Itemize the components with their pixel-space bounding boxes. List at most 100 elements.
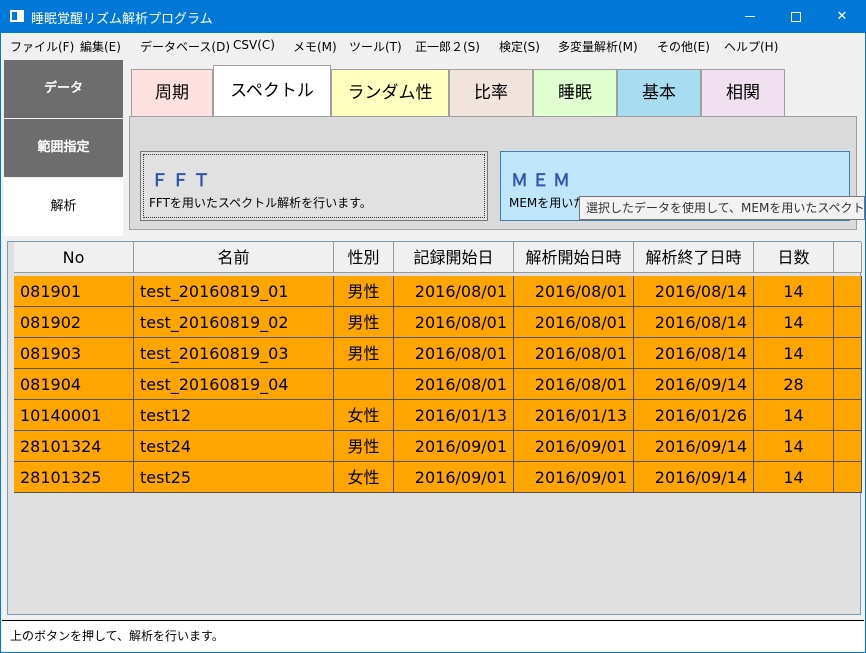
cell-sex[interactable]: 男性 — [334, 307, 394, 338]
cell-analysis-end[interactable]: 2016/09/14 — [634, 431, 754, 462]
header-filler — [834, 242, 862, 273]
cell-no[interactable]: 28101324 — [14, 431, 134, 462]
cell-analysis-end[interactable]: 2016/09/14 — [634, 462, 754, 493]
cell-sex[interactable]: 男性 — [334, 431, 394, 462]
menu-shoichiro[interactable]: 正一郎２(S) — [415, 38, 480, 55]
cell-name[interactable]: test_20160819_02 — [134, 307, 334, 338]
fft-button[interactable]: ＦＦＴ FFTを用いたスペクトル解析を行います。 — [140, 151, 488, 221]
cell-days[interactable]: 14 — [754, 276, 834, 307]
cell-name[interactable]: test_20160819_03 — [134, 338, 334, 369]
data-grid: No 名前 性別 記録開始日 解析開始日時 解析終了日時 日数 081901 t… — [7, 241, 862, 615]
cell-filler — [834, 369, 862, 400]
cell-analysis-start[interactable]: 2016/09/01 — [514, 462, 634, 493]
maximize-icon — [791, 11, 801, 22]
close-button[interactable]: ✕ — [819, 1, 865, 33]
cell-record-start[interactable]: 2016/08/01 — [394, 338, 514, 369]
cell-no[interactable]: 28101325 — [14, 462, 134, 493]
cell-no[interactable]: 081902 — [14, 307, 134, 338]
header-sex[interactable]: 性別 — [334, 242, 394, 273]
cell-analysis-start[interactable]: 2016/08/01 — [514, 369, 634, 400]
cell-filler — [834, 400, 862, 431]
tab-ratio[interactable]: 比率 — [449, 69, 533, 117]
cell-days[interactable]: 14 — [754, 462, 834, 493]
header-no[interactable]: No — [14, 242, 134, 273]
tab-spectrum[interactable]: スペクトル — [213, 65, 331, 117]
cell-analysis-end[interactable]: 2016/08/14 — [634, 276, 754, 307]
menu-tools[interactable]: ツール(T) — [349, 38, 402, 55]
header-days[interactable]: 日数 — [754, 242, 834, 273]
menu-memo[interactable]: メモ(M) — [293, 38, 337, 55]
tab-sleep[interactable]: 睡眠 — [533, 69, 617, 117]
close-icon: ✕ — [836, 9, 848, 24]
cell-no[interactable]: 081903 — [14, 338, 134, 369]
cell-analysis-end[interactable]: 2016/09/14 — [634, 369, 754, 400]
cell-record-start[interactable]: 2016/08/01 — [394, 276, 514, 307]
minimize-button[interactable] — [727, 1, 773, 33]
header-analysis-end[interactable]: 解析終了日時 — [634, 242, 754, 273]
nav-range[interactable]: 範囲指定 — [4, 119, 123, 177]
menu-test[interactable]: 検定(S) — [499, 38, 540, 55]
nav-data[interactable]: データ — [4, 60, 123, 118]
cell-record-start[interactable]: 2016/08/01 — [394, 307, 514, 338]
cell-sex[interactable] — [334, 369, 394, 400]
header-analysis-start[interactable]: 解析開始日時 — [514, 242, 634, 273]
tab-randomness[interactable]: ランダム性 — [331, 69, 449, 117]
menu-help[interactable]: ヘルプ(H) — [724, 38, 778, 55]
cell-analysis-start[interactable]: 2016/01/13 — [514, 400, 634, 431]
cell-sex[interactable]: 男性 — [334, 276, 394, 307]
fft-description: FFTを用いたスペクトル解析を行います。 — [149, 196, 372, 210]
cell-sex[interactable]: 女性 — [334, 462, 394, 493]
cell-no[interactable]: 081901 — [14, 276, 134, 307]
cell-days[interactable]: 28 — [754, 369, 834, 400]
cell-days[interactable]: 14 — [754, 307, 834, 338]
header-record-start[interactable]: 記録開始日 — [394, 242, 514, 273]
cell-sex[interactable]: 女性 — [334, 400, 394, 431]
cell-record-start[interactable]: 2016/01/13 — [394, 400, 514, 431]
cell-filler — [834, 307, 862, 338]
cell-analysis-start[interactable]: 2016/08/01 — [514, 307, 634, 338]
minimize-icon — [745, 16, 755, 17]
cell-filler — [834, 276, 862, 307]
tab-basic[interactable]: 基本 — [617, 69, 701, 117]
cell-name[interactable]: test_20160819_04 — [134, 369, 334, 400]
cell-filler — [834, 338, 862, 369]
cell-record-start[interactable]: 2016/09/01 — [394, 431, 514, 462]
cell-analysis-end[interactable]: 2016/08/14 — [634, 307, 754, 338]
menu-multivariate[interactable]: 多変量解析(M) — [558, 38, 638, 55]
cell-no[interactable]: 081904 — [14, 369, 134, 400]
mem-title: ＭＥＭ — [511, 171, 574, 191]
nav-analysis[interactable]: 解析 — [4, 178, 123, 236]
cell-name[interactable]: test24 — [134, 431, 334, 462]
menu-file[interactable]: ファイル(F) — [10, 38, 74, 55]
header-name[interactable]: 名前 — [134, 242, 334, 273]
cell-analysis-start[interactable]: 2016/09/01 — [514, 431, 634, 462]
window-title: 睡眠覚醒リズム解析プログラム — [31, 12, 213, 27]
cell-analysis-end[interactable]: 2016/08/14 — [634, 338, 754, 369]
cell-analysis-end[interactable]: 2016/01/26 — [634, 400, 754, 431]
cell-record-start[interactable]: 2016/09/01 — [394, 462, 514, 493]
menu-edit[interactable]: 編集(E) — [80, 38, 121, 55]
menu-other[interactable]: その他(E) — [657, 38, 710, 55]
cell-record-start[interactable]: 2016/08/01 — [394, 369, 514, 400]
cell-days[interactable]: 14 — [754, 338, 834, 369]
tab-correlation[interactable]: 相関 — [701, 69, 785, 117]
mem-tooltip: 選択したデータを使用して、MEMを用いたスペクトル解析を行います。 — [579, 196, 865, 220]
maximize-button[interactable] — [773, 1, 819, 33]
cell-days[interactable]: 14 — [754, 431, 834, 462]
fft-title: ＦＦＴ — [151, 171, 214, 191]
cell-sex[interactable]: 男性 — [334, 338, 394, 369]
cell-name[interactable]: test25 — [134, 462, 334, 493]
menu-database[interactable]: データベース(D) — [140, 38, 230, 55]
cell-days[interactable]: 14 — [754, 400, 834, 431]
cell-no[interactable]: 10140001 — [14, 400, 134, 431]
title-bar[interactable]: 睡眠覚醒リズム解析プログラム ✕ — [1, 1, 865, 33]
cell-analysis-start[interactable]: 2016/08/01 — [514, 338, 634, 369]
cell-filler — [834, 462, 862, 493]
cell-analysis-start[interactable]: 2016/08/01 — [514, 276, 634, 307]
cell-name[interactable]: test_20160819_01 — [134, 276, 334, 307]
tab-period[interactable]: 周期 — [131, 69, 213, 117]
cell-name[interactable]: test12 — [134, 400, 334, 431]
menu-csv[interactable]: CSV(C) — [233, 38, 275, 52]
menu-bar: ファイル(F) 編集(E) データベース(D) CSV(C) メモ(M) ツール… — [1, 33, 865, 57]
cell-filler — [834, 431, 862, 462]
